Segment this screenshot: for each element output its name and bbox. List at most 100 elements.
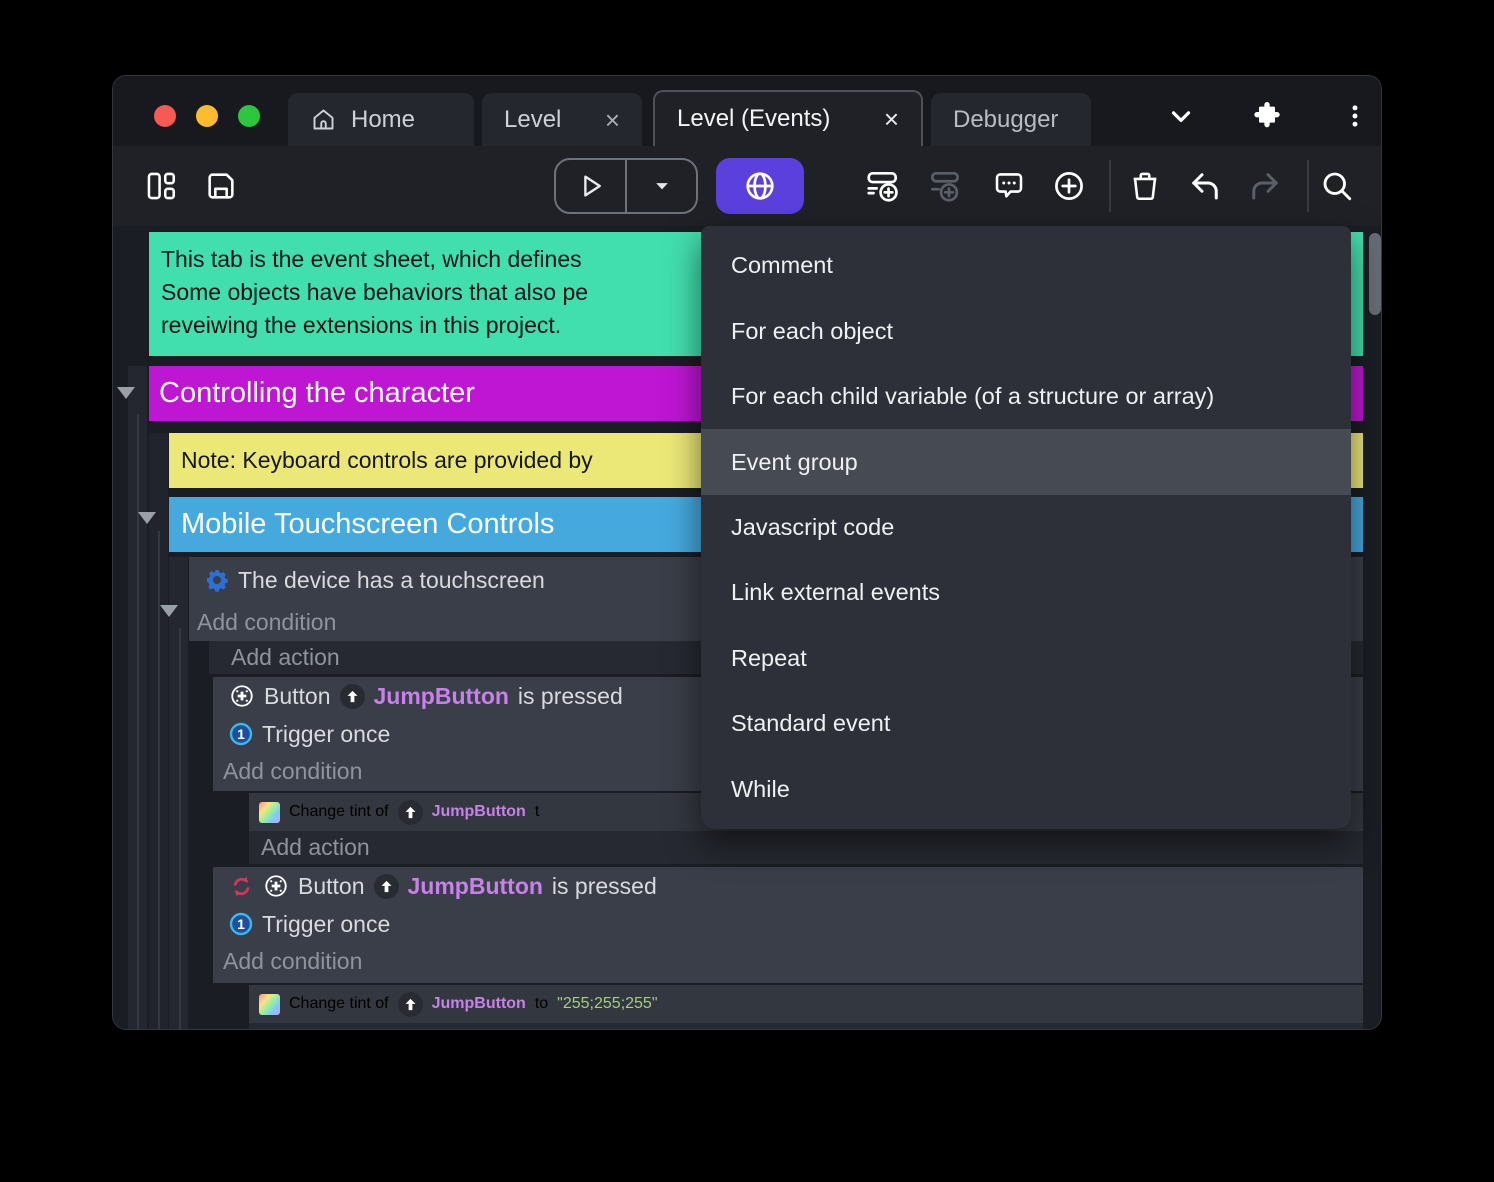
system-gear-icon [205, 568, 229, 592]
preview-button[interactable] [556, 160, 625, 212]
action-text-cut: t [535, 803, 539, 821]
object-name: JumpButton [432, 803, 526, 821]
tab-debugger[interactable]: Debugger [931, 93, 1091, 146]
add-event-context-menu: Comment For each object For each child v… [701, 226, 1351, 829]
toolbar-divider [1109, 160, 1111, 212]
add-event-button[interactable] [865, 168, 901, 204]
trigger-once-icon: 1 [229, 722, 253, 746]
search-button[interactable] [1319, 168, 1355, 204]
object-name: JumpButton [408, 873, 543, 900]
tab-home[interactable]: Home [288, 93, 474, 146]
add-action-link[interactable]: Add action [249, 1023, 1363, 1030]
object-text: Button [298, 873, 365, 900]
toolbar-divider [1307, 160, 1309, 212]
action-text: Change tint of [289, 995, 389, 1013]
addons-button[interactable] [1247, 100, 1287, 132]
object-name: JumpButton [374, 683, 509, 710]
event-block-jumpbutton-not-pressed[interactable]: Button JumpButton is pressed 1 Trigger o… [213, 867, 1363, 983]
jumpbutton-object-icon [398, 992, 423, 1017]
event-sheet-toolbar [113, 146, 1381, 226]
menu-item-link-external-events[interactable]: Link external events [701, 560, 1351, 625]
condition-suffix: is pressed [552, 873, 657, 900]
condition-text: Trigger once [262, 911, 390, 938]
action-text: to [535, 995, 548, 1013]
jumpbutton-object-icon [340, 684, 365, 709]
action-value: "255;255;255" [557, 995, 657, 1013]
object-name: JumpButton [432, 995, 526, 1013]
tab-level-events-active[interactable]: Level (Events) × [653, 90, 923, 146]
play-icon [576, 171, 606, 201]
add-comment-button[interactable] [991, 168, 1027, 204]
plus-circle-icon [1051, 168, 1087, 204]
home-icon [310, 106, 337, 133]
jumpbutton-object-icon [398, 800, 423, 825]
comment-bubble-icon [991, 168, 1027, 204]
indent-guide [137, 414, 139, 1030]
collapse-group-arrow[interactable] [117, 387, 135, 399]
menu-item-for-each-child-variable[interactable]: For each child variable (of a structure … [701, 364, 1351, 429]
button-object-icon [263, 873, 289, 899]
add-action-link[interactable]: Add action [249, 831, 1363, 864]
toggle-panels-button[interactable] [143, 168, 179, 204]
redo-icon [1247, 168, 1283, 204]
action-row-change-tint[interactable]: Change tint of JumpButton to "255;255;25… [249, 985, 1363, 1023]
tab-label: Level [504, 106, 561, 134]
indent-guide [179, 628, 181, 1030]
caret-down-icon [652, 176, 672, 196]
menu-item-comment[interactable]: Comment [701, 233, 1351, 298]
add-event-icon [864, 167, 902, 205]
save-icon [204, 169, 238, 203]
trash-icon [1128, 169, 1162, 203]
app-window: Home Level × Level (Events) × Debugger [112, 75, 1382, 1030]
actions-block: Change tint of JumpButton to "255;255;25… [249, 985, 1363, 1030]
tab-list-dropdown-button[interactable] [1161, 100, 1201, 132]
group-title: Controlling the character [159, 377, 475, 410]
invert-condition-icon [229, 874, 254, 899]
menu-item-standard-event[interactable]: Standard event [701, 691, 1351, 756]
search-icon [1319, 168, 1355, 204]
add-subevent-button-disabled[interactable] [927, 168, 963, 204]
action-text: Change tint of [289, 803, 389, 821]
add-event-globe-button[interactable] [716, 158, 804, 214]
menu-item-repeat[interactable]: Repeat [701, 626, 1351, 691]
menu-item-event-group[interactable]: Event group [701, 429, 1351, 494]
close-tab-icon[interactable]: × [605, 107, 620, 133]
add-condition-link[interactable]: Add condition [213, 943, 1363, 979]
main-menu-button[interactable] [1335, 100, 1375, 132]
menu-item-javascript-code[interactable]: Javascript code [701, 495, 1351, 560]
redo-button-disabled[interactable] [1247, 168, 1283, 204]
minimize-window-button[interactable] [196, 105, 218, 127]
tab-bar: Home Level × Level (Events) × Debugger [113, 76, 1381, 146]
note-text: Note: Keyboard controls are provided by [181, 447, 593, 474]
menu-item-while[interactable]: While [701, 757, 1351, 822]
tint-icon [259, 994, 280, 1015]
zoom-window-button[interactable] [238, 105, 260, 127]
condition-suffix: is pressed [518, 683, 623, 710]
trigger-once-icon: 1 [229, 912, 253, 936]
jumpbutton-object-icon [374, 874, 399, 899]
delete-button[interactable] [1127, 168, 1163, 204]
condition-row[interactable]: Button JumpButton is pressed [213, 867, 1363, 905]
button-object-icon [229, 683, 255, 709]
globe-icon [742, 168, 778, 204]
condition-row-trigger-once[interactable]: 1 Trigger once [213, 905, 1363, 943]
close-tab-icon[interactable]: × [884, 106, 899, 132]
vertical-scrollbar-thumb[interactable] [1369, 233, 1381, 315]
undo-icon [1187, 168, 1223, 204]
tab-level[interactable]: Level × [482, 93, 642, 146]
condition-text: Trigger once [262, 721, 390, 748]
svg-text:1: 1 [237, 726, 245, 742]
tab-label: Home [351, 106, 415, 134]
svg-text:1: 1 [237, 916, 245, 932]
close-window-button[interactable] [154, 105, 176, 127]
collapse-subgroup-arrow[interactable] [138, 512, 156, 524]
save-button[interactable] [203, 168, 239, 204]
collapse-event-arrow[interactable] [160, 605, 178, 617]
panels-layout-icon [144, 169, 178, 203]
preview-options-button[interactable] [625, 160, 696, 212]
undo-button[interactable] [1187, 168, 1223, 204]
menu-item-for-each-object[interactable]: For each object [701, 298, 1351, 363]
chevron-down-icon [1166, 101, 1196, 131]
tab-label: Level (Events) [677, 105, 830, 133]
add-button[interactable] [1051, 168, 1087, 204]
